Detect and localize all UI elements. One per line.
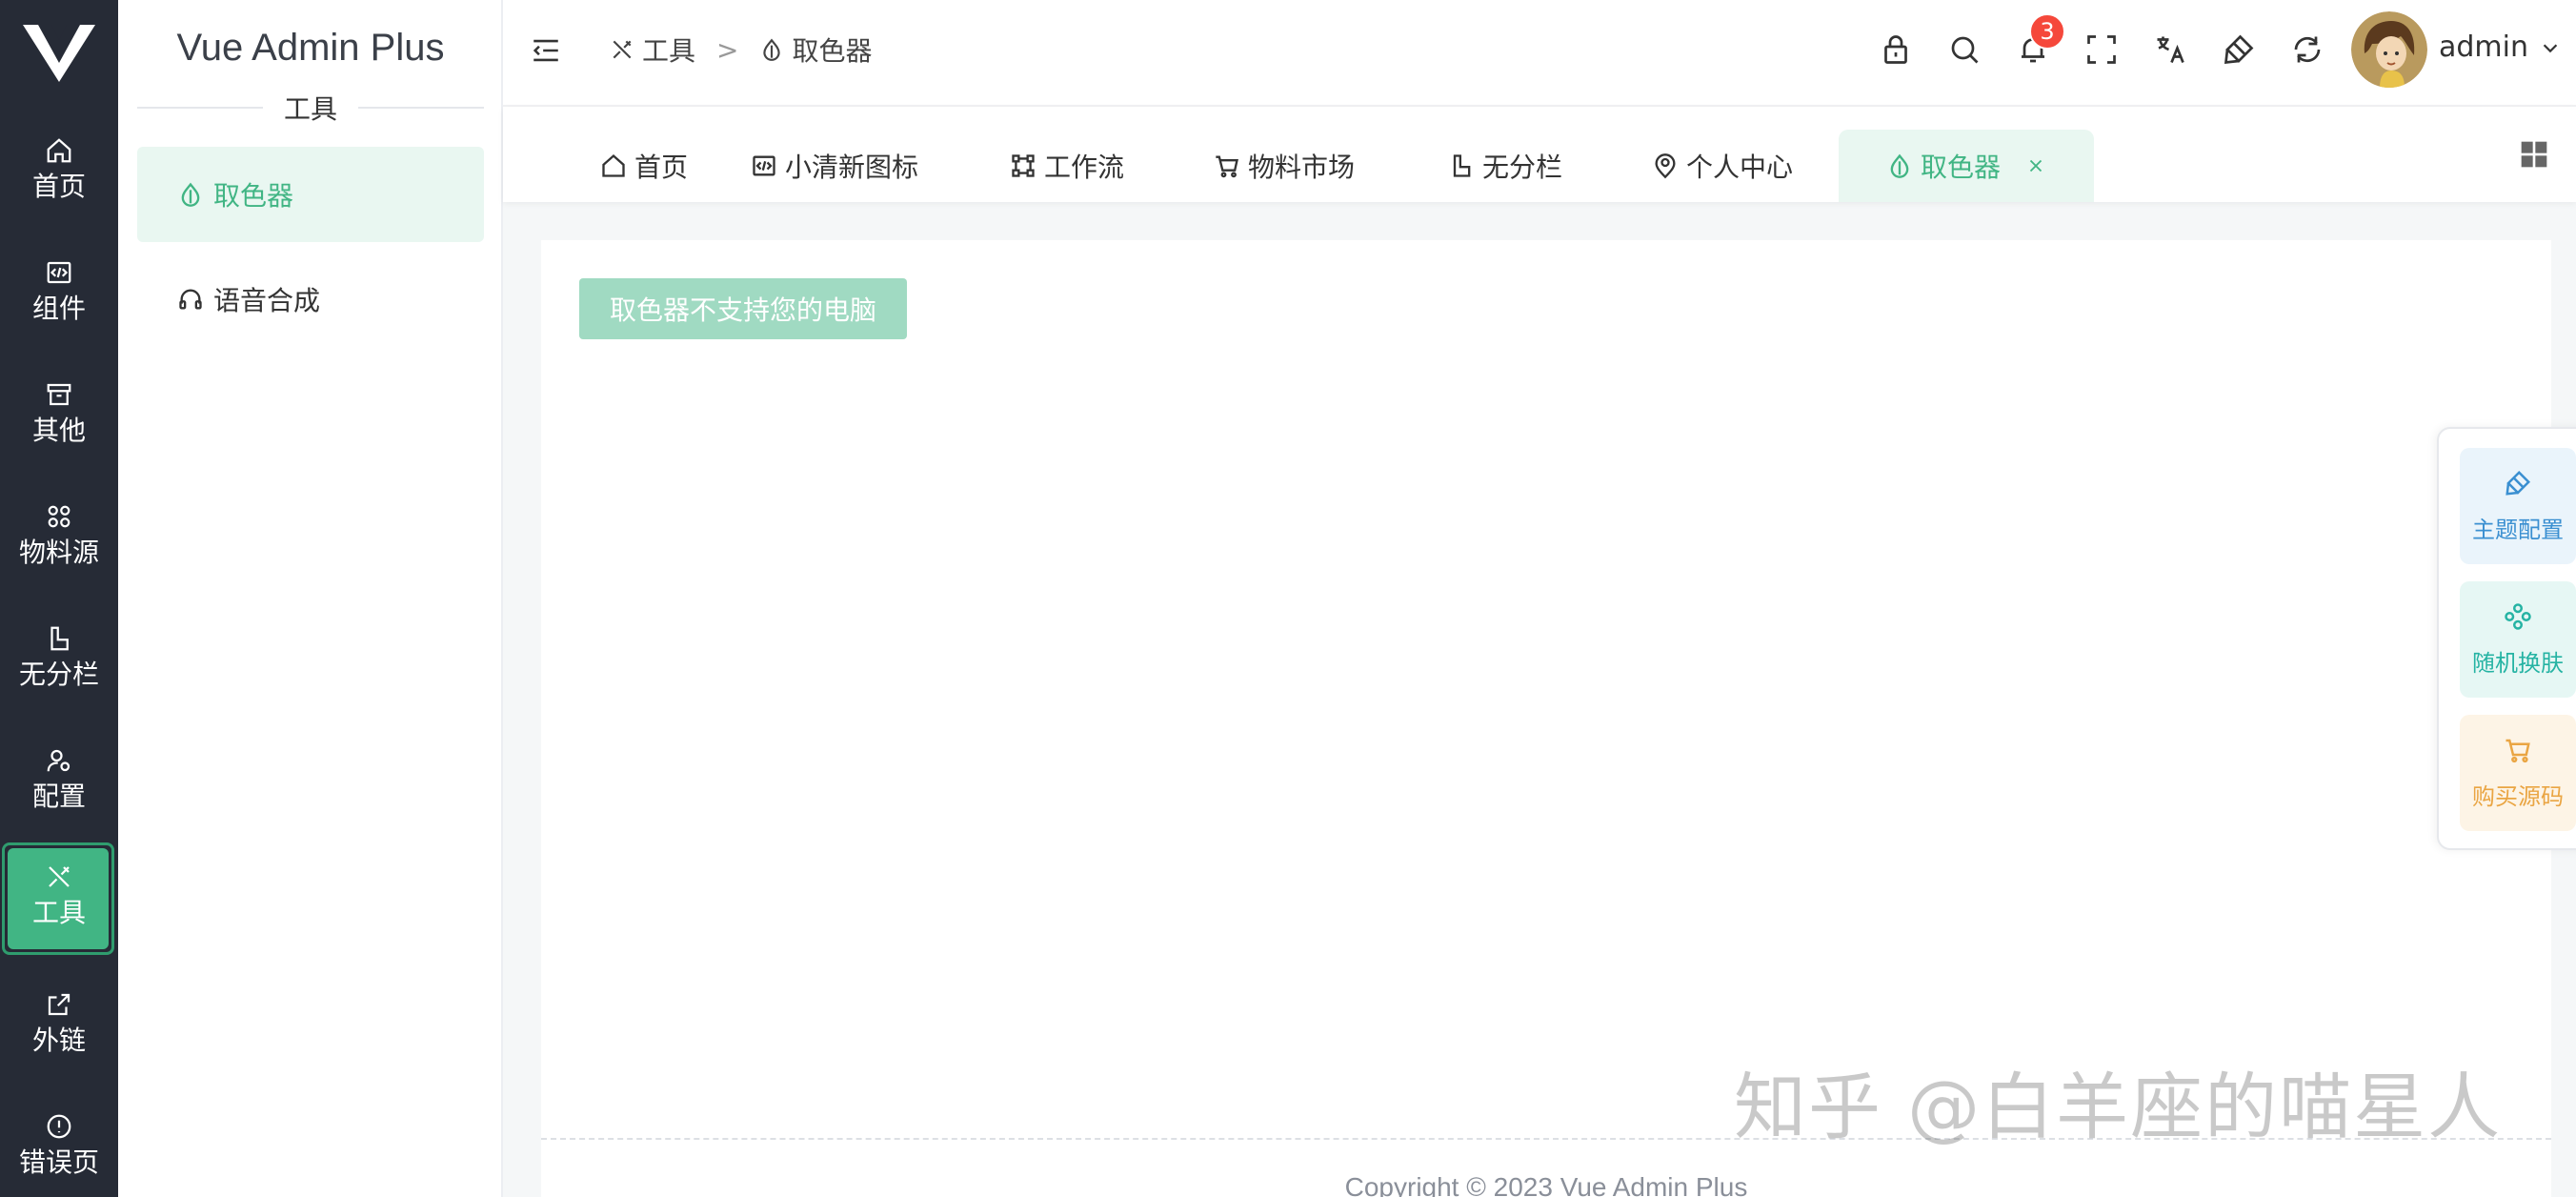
menu-group-title: 工具 [137, 91, 485, 125]
color-picker-unsupported-button[interactable]: 取色器不支持您的电脑 [579, 278, 907, 339]
error-icon [47, 1114, 71, 1139]
rail-item-label: 无分栏 [18, 659, 99, 690]
rail-item-label: 物料源 [18, 537, 99, 568]
tab-label: 物料市场 [1248, 152, 1356, 183]
menu-group-label: 工具 [284, 93, 338, 125]
buy-source-label: 购买源码 [2472, 782, 2564, 810]
tab-material-market[interactable]: 物料市场 [1214, 130, 1355, 202]
buy-source-button[interactable]: 购买源码 [2460, 715, 2576, 831]
user-settings-icon [47, 749, 70, 772]
translate-icon[interactable] [2153, 32, 2187, 67]
avatar[interactable] [2351, 11, 2427, 88]
search-icon[interactable] [1947, 32, 1982, 67]
tab-color-picker[interactable]: 取色器 [1839, 130, 2095, 202]
tab-label: 小清新图标 [785, 152, 919, 183]
headset-icon [179, 289, 202, 310]
breadcrumb-separator: > [716, 33, 739, 66]
rail-item-label: 首页 [31, 171, 86, 202]
logo-icon[interactable] [21, 21, 97, 84]
subnav-item-color-picker[interactable]: 取色器 [137, 147, 484, 242]
layout-icon [50, 626, 69, 651]
rail-item-label: 其他 [31, 415, 86, 446]
random-skin-button[interactable]: 随机换肤 [2460, 581, 2576, 698]
grid-icon[interactable] [2519, 139, 2549, 170]
rail-item-other[interactable]: 其他 [0, 355, 118, 473]
watermark: 知乎 @白羊座的喵星人 [1734, 1065, 2503, 1149]
tools-icon [49, 866, 70, 887]
code-icon [753, 155, 775, 176]
lock-icon[interactable] [1879, 32, 1913, 67]
refresh-icon[interactable] [2290, 32, 2324, 67]
tab-label: 无分栏 [1482, 152, 1563, 183]
rail-item-home[interactable]: 首页 [0, 111, 118, 229]
brand-title: Vue Admin Plus [176, 27, 445, 69]
tab-label: 工作流 [1044, 152, 1125, 183]
top-header: 工具 > 取色器 3 admin [503, 0, 2576, 107]
cart-icon [2506, 739, 2530, 762]
username: admin [2439, 30, 2528, 64]
rail-item-error-page[interactable]: 错误页 [0, 1086, 118, 1197]
drop-icon [763, 38, 781, 61]
subnav-item-label: 取色器 [213, 180, 294, 212]
rail-item-external-link[interactable]: 外链 [0, 964, 118, 1083]
external-link-icon [48, 993, 70, 1016]
menu-fold-icon[interactable] [530, 34, 562, 67]
drop-icon [1890, 153, 1909, 178]
location-user-icon [1655, 153, 1676, 179]
breadcrumb-item-color-picker: 取色器 [792, 35, 873, 67]
main-rail: 首页 组件 其他 物料源 无分栏 配置 工具 外链 错误页 [0, 0, 118, 1197]
rail-item-label: 工具 [31, 897, 86, 928]
archive-icon [47, 383, 71, 406]
tab-label: 首页 [634, 152, 689, 183]
user-menu[interactable]: admin [2439, 30, 2561, 64]
close-icon[interactable] [2025, 155, 2046, 176]
code-icon [47, 261, 71, 284]
cart-icon [1216, 155, 1238, 178]
drop-icon [181, 182, 200, 207]
home-icon [602, 153, 625, 177]
breadcrumb: 工具 > 取色器 [610, 30, 873, 69]
tab-workflow[interactable]: 工作流 [1010, 130, 1124, 202]
rail-item-no-column[interactable]: 无分栏 [0, 598, 118, 717]
theme-brush-icon [2506, 470, 2531, 496]
tab-label: 取色器 [1921, 152, 2002, 183]
theme-config-label: 主题配置 [2472, 516, 2564, 543]
rail-item-label: 错误页 [18, 1146, 99, 1178]
fullscreen-icon[interactable] [2084, 32, 2119, 67]
theme-brush-icon[interactable] [2222, 32, 2256, 67]
rail-item-label: 组件 [31, 293, 86, 324]
tab-personal-center[interactable]: 个人中心 [1652, 130, 1793, 202]
rail-item-label: 配置 [31, 781, 86, 812]
rail-item-material[interactable]: 物料源 [0, 477, 118, 595]
footer-copyright: Copyright © 2023 Vue Admin Plus [1344, 1172, 1748, 1197]
notification-badge: 3 [2029, 13, 2065, 50]
tab-icons[interactable]: 小清新图标 [751, 130, 918, 202]
random-skin-label: 随机换肤 [2472, 649, 2564, 677]
floating-action-panel: 主题配置 随机换肤 购买源码 [2437, 427, 2576, 850]
tab-label: 个人中心 [1686, 152, 1794, 183]
rail-item-config[interactable]: 配置 [0, 720, 118, 839]
rail-item-label: 外链 [31, 1025, 86, 1056]
theme-config-button[interactable]: 主题配置 [2460, 448, 2576, 564]
breadcrumb-item-tools[interactable]: 工具 [642, 30, 695, 69]
chevron-down-icon [2543, 43, 2558, 52]
tab-home[interactable]: 首页 [600, 130, 688, 202]
rail-item-tools[interactable]: 工具 [0, 837, 118, 955]
apps-icon [48, 505, 70, 528]
rail-item-components[interactable]: 组件 [0, 233, 118, 351]
subnav-item-speech-synthesis[interactable]: 语音合成 [137, 252, 484, 347]
subnav-item-label: 语音合成 [213, 285, 321, 316]
layout-icon [1453, 154, 1471, 177]
palette-icon [2505, 602, 2531, 630]
tabs-bar: 首页 小清新图标 工作流 物料市场 无分栏 个人中心 取色器 [503, 107, 2576, 202]
sub-sidebar: Vue Admin Plus 工具 取色器 语音合成 [118, 0, 503, 1197]
home-icon [47, 138, 71, 163]
tools-icon [613, 40, 632, 59]
flow-icon [1012, 154, 1035, 177]
tab-no-column[interactable]: 无分栏 [1448, 130, 1562, 202]
